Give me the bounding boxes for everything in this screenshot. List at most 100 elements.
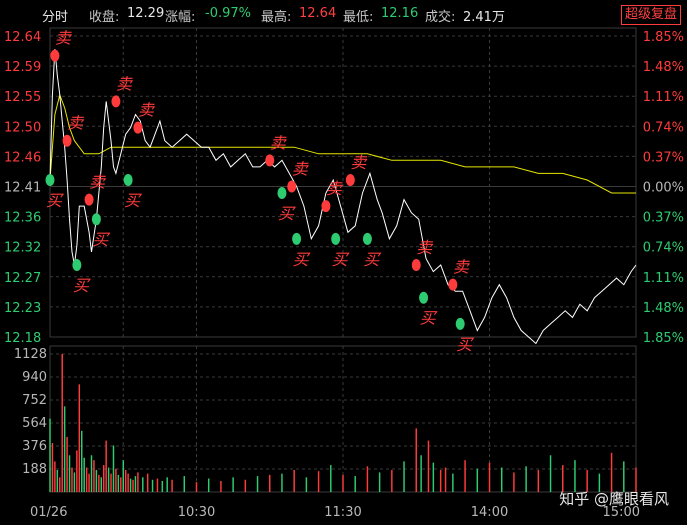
sell-signal-marker: [84, 193, 94, 206]
watermark: 知乎 @鹰眼看风: [559, 490, 669, 508]
percent-tick-label: 1.85%: [643, 30, 684, 45]
chart-canvas: 12.64 12.59 12.55 12.50 12.46 12.41 12.36 12.32…: [4, 27, 684, 520]
volume-bar: [244, 479, 247, 492]
price-tick-label: 12.36: [4, 211, 41, 226]
sell-signal-marker: [133, 121, 143, 134]
volume-bar: [537, 469, 540, 492]
sell-signal-marker: [287, 180, 297, 193]
volume-tick-label: 1128: [14, 347, 47, 362]
sell-signal-marker: [411, 259, 421, 272]
volume-bar: [500, 467, 503, 492]
volume-tick-label: 376: [22, 439, 47, 454]
intraday-chart-app: 分时 收盘: 12.29 涨幅: -0.97% 最高: 12.64 最低: 12…: [0, 0, 687, 525]
price-tick-label: 12.27: [4, 271, 41, 286]
volume-bar: [281, 473, 283, 492]
buy-signal-marker: [292, 232, 302, 245]
time-tick-label: 10:30: [178, 505, 215, 520]
volume-bar: [66, 436, 68, 492]
volume-bar: [513, 472, 515, 492]
volume-bar: [220, 480, 222, 492]
volume-bar: [142, 477, 144, 492]
time-tick-label: 01/26: [30, 505, 67, 520]
volume-bar: [54, 461, 56, 492]
percent-tick-label: 1.48%: [643, 301, 684, 316]
volume-bar: [83, 457, 85, 492]
volume-bar: [93, 460, 95, 492]
volume-bar: [127, 473, 129, 492]
volume-bar: [98, 474, 100, 492]
volume-bar: [124, 469, 127, 492]
volume-bar: [183, 476, 186, 492]
price-tick-label: 12.50: [4, 120, 41, 135]
buy-signal-marker: [419, 291, 429, 304]
volume-bar: [59, 477, 61, 492]
sell-signal-label: 卖: [116, 74, 134, 93]
volume-bar: [68, 455, 71, 492]
volume-bar: [305, 477, 308, 492]
price-tick-label: 12.32: [4, 241, 41, 256]
volume-bar: [56, 469, 59, 492]
buy-signal-label: 买: [332, 250, 350, 269]
sell-signal-marker: [50, 49, 60, 62]
sell-signal-label: 卖: [292, 160, 310, 179]
buy-signal-marker: [331, 232, 341, 245]
percent-tick-label: 1.85%: [643, 331, 684, 346]
volume-bar: [269, 474, 271, 492]
buy-signal-label: 买: [293, 250, 311, 269]
volume-bar: [146, 473, 149, 492]
price-tick-label: 12.46: [4, 150, 41, 165]
volume-bar: [549, 455, 552, 492]
volume-bar: [403, 461, 405, 492]
sell-signal-marker: [448, 278, 458, 291]
volume-bar: [610, 452, 613, 492]
percent-tick-label: 0.37%: [643, 211, 684, 226]
volume-bar: [71, 467, 73, 492]
sell-signal-label: 卖: [326, 179, 344, 198]
volume-bar: [73, 472, 76, 492]
volume-bar: [117, 474, 120, 492]
volume-bar: [207, 478, 210, 492]
volume-bar: [151, 479, 154, 492]
volume-bar: [420, 455, 422, 492]
price-tick-label: 12.18: [4, 331, 41, 346]
volume-bar: [330, 465, 332, 492]
volume-bar: [134, 476, 137, 492]
volume-bar: [464, 460, 466, 492]
buy-signal-marker: [91, 213, 101, 226]
volume-bar: [95, 469, 98, 492]
buy-signal-label: 买: [92, 230, 110, 249]
volume-bar: [452, 473, 454, 492]
volume-bar: [63, 406, 66, 492]
price-tick-label: 12.59: [4, 60, 41, 75]
volume-bar: [476, 468, 479, 492]
sell-signal-label: 卖: [55, 29, 73, 48]
volume-bar: [195, 482, 198, 492]
buy-signal-label: 买: [278, 204, 296, 223]
buy-signal-label: 买: [73, 276, 91, 295]
volume-tick-label: 564: [22, 416, 47, 431]
percent-tick-label: 1.11%: [643, 271, 684, 286]
price-tick-label: 12.55: [4, 90, 41, 105]
volume-bar: [354, 476, 356, 492]
volume-bar: [439, 469, 442, 492]
sell-signal-marker: [265, 154, 275, 167]
volume-bar: [427, 440, 430, 492]
volume-bar: [120, 477, 122, 492]
volume-bar: [105, 440, 107, 492]
volume-bar: [107, 467, 110, 492]
percent-tick-label: 1.48%: [643, 60, 684, 75]
buy-signal-marker: [72, 259, 82, 272]
volume-bar: [122, 460, 124, 492]
volume-bar: [444, 467, 447, 492]
buy-signal-label: 买: [420, 309, 438, 328]
price-tick-label: 12.41: [4, 181, 41, 196]
volume-bar: [49, 418, 51, 492]
buy-signal-label: 买: [124, 191, 142, 210]
percent-tick-label: 1.11%: [643, 90, 684, 105]
volume-bar: [51, 443, 54, 492]
volume-tick-label: 188: [22, 462, 47, 477]
volume-bar: [366, 466, 369, 492]
sell-signal-label: 卖: [416, 238, 434, 257]
volume-bar: [156, 478, 159, 492]
buy-signal-marker: [277, 187, 287, 200]
